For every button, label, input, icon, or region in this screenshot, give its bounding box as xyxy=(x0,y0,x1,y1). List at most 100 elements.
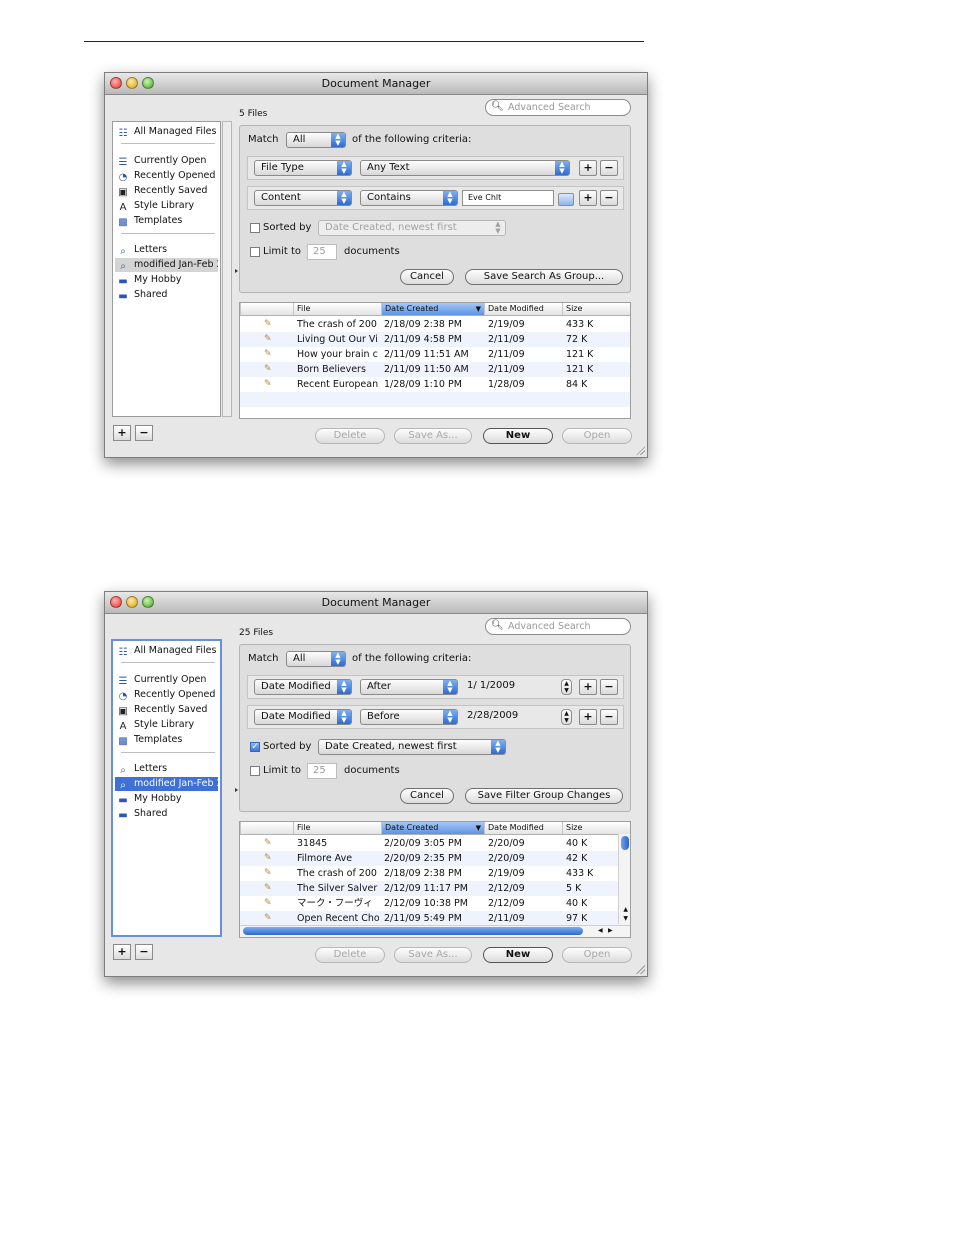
sidebar-item-modified-jan-feb[interactable]: ⌕ modified Jan-Feb 2009 xyxy=(115,258,218,272)
table-row[interactable]: ✎ Filmore Ave 2/20/09 2:35 PM 2/20/09 42 K xyxy=(240,851,630,866)
open-button[interactable]: Open xyxy=(562,947,632,963)
sidebar-item-all-managed-files[interactable]: ☷ All Managed Files xyxy=(115,125,218,139)
search-input[interactable]: 🔍︎ Advanced Search xyxy=(485,618,631,635)
limit-to-checkbox[interactable] xyxy=(250,766,260,776)
split-view-handle[interactable] xyxy=(235,788,238,792)
column-header-date-created[interactable]: Date Created ▼ xyxy=(381,303,484,315)
column-header-date-modified[interactable]: Date Modified xyxy=(484,303,562,315)
sidebar-item-modified-jan-feb[interactable]: ⌕ modified Jan-Feb 2009 xyxy=(115,777,218,791)
criteria-field-popup[interactable]: Date Modified ▲ ▼ xyxy=(254,709,352,725)
sidebar-item-letters[interactable]: ⌕ Letters xyxy=(115,762,218,776)
save-filter-group-changes-button[interactable]: Save Filter Group Changes xyxy=(465,788,623,804)
add-criterion-button[interactable]: + xyxy=(579,709,597,725)
sidebar-item-currently-open[interactable]: ☰ Currently Open xyxy=(115,673,218,687)
sidebar-item-all-managed-files[interactable]: ☷ All Managed Files xyxy=(115,644,218,658)
options-icon[interactable] xyxy=(558,193,574,206)
add-group-button[interactable]: + xyxy=(113,944,131,960)
icon-column-header[interactable] xyxy=(240,822,293,834)
table-row[interactable]: ✎ The crash of 200 2/18/09 2:38 PM 2/19/09 4… xyxy=(240,317,630,332)
open-button[interactable]: Open xyxy=(562,428,632,444)
limit-count-field[interactable]: 25 xyxy=(307,763,337,779)
sidebar-item-recently-saved[interactable]: ▣ Recently Saved xyxy=(115,184,218,198)
match-popup[interactable]: All ▲ ▼ xyxy=(286,651,346,667)
add-criterion-button[interactable]: + xyxy=(579,190,597,206)
sorted-by-checkbox[interactable] xyxy=(250,223,260,233)
limit-to-checkbox[interactable] xyxy=(250,247,260,257)
table-row[interactable]: ✎ How your brain c 2/11/09 11:51 AM 2/11/09… xyxy=(240,347,630,362)
scroll-thumb[interactable] xyxy=(243,927,583,935)
limit-count-field[interactable]: 25 xyxy=(307,244,337,260)
delete-button[interactable]: Delete xyxy=(315,947,385,963)
criteria-field-popup[interactable]: File Type ▲ ▼ xyxy=(254,160,352,176)
save-as-button[interactable]: Save As... xyxy=(394,947,472,963)
remove-criterion-button[interactable]: − xyxy=(600,679,618,695)
save-as-button[interactable]: Save As... xyxy=(394,428,472,444)
sidebar-scrollbar[interactable] xyxy=(222,121,232,417)
table-row[interactable]: ✎ 31845 2/20/09 3:05 PM 2/20/09 40 K xyxy=(240,836,630,851)
content-text-field[interactable]: Eve Chlt xyxy=(462,190,554,206)
column-header-size[interactable]: Size xyxy=(562,303,630,315)
criteria-value-popup[interactable]: Any Text ▲ ▼ xyxy=(360,160,570,176)
sidebar-item-style-library[interactable]: A Style Library xyxy=(115,718,218,732)
column-header-file[interactable]: File xyxy=(293,822,381,834)
table-row[interactable]: ✎ Open Recent Cho 2/11/09 5:49 PM 2/11/09 97… xyxy=(240,911,630,926)
date-field[interactable]: 1/ 1/2009 xyxy=(462,679,558,695)
column-header-date-created[interactable]: Date Created ▼ xyxy=(381,822,484,834)
criteria-operator-popup[interactable]: Contains ▲ ▼ xyxy=(360,190,458,206)
scroll-up-icon[interactable]: ▲ xyxy=(623,906,628,913)
sort-order-popup[interactable]: Date Created, newest first ▲ ▼ xyxy=(318,220,506,236)
remove-group-button[interactable]: − xyxy=(135,425,153,441)
remove-criterion-button[interactable]: − xyxy=(600,160,618,176)
sidebar-item-recently-opened[interactable]: ◔ Recently Opened xyxy=(115,688,218,702)
sidebar-item-shared[interactable]: ▬ Shared xyxy=(115,807,218,821)
table-row[interactable]: ✎ Born Believers 2/11/09 11:50 AM 2/11/09 12… xyxy=(240,362,630,377)
date-field[interactable]: 2/28/2009 xyxy=(462,709,558,725)
criteria-field-popup[interactable]: Content ▲ ▼ xyxy=(254,190,352,206)
title-bar[interactable]: Document Manager xyxy=(105,592,647,614)
criteria-operator-popup[interactable]: Before ▲ ▼ xyxy=(360,709,458,725)
date-stepper[interactable]: ▲ ▼ xyxy=(561,679,572,695)
new-button[interactable]: New xyxy=(483,428,553,444)
sidebar-item-style-library[interactable]: A Style Library xyxy=(115,199,218,213)
resize-grip-icon[interactable] xyxy=(636,965,645,974)
resize-grip-icon[interactable] xyxy=(636,446,645,455)
scroll-left-icon[interactable]: ◀ xyxy=(598,926,603,936)
cancel-button[interactable]: Cancel xyxy=(400,788,454,804)
table-row[interactable]: ✎ Living Out Our Vi 2/11/09 4:58 PM 2/11/09… xyxy=(240,332,630,347)
delete-button[interactable]: Delete xyxy=(315,428,385,444)
scroll-thumb[interactable] xyxy=(621,836,629,850)
icon-column-header[interactable] xyxy=(240,303,293,315)
column-header-date-modified[interactable]: Date Modified xyxy=(484,822,562,834)
sidebar-item-templates[interactable]: ▩ Templates xyxy=(115,733,218,747)
new-button[interactable]: New xyxy=(483,947,553,963)
sidebar-item-currently-open[interactable]: ☰ Currently Open xyxy=(115,154,218,168)
horizontal-scrollbar[interactable]: ◀ ▶ xyxy=(240,925,630,937)
scroll-down-icon[interactable]: ▼ xyxy=(623,915,628,922)
add-group-button[interactable]: + xyxy=(113,425,131,441)
title-bar[interactable]: Document Manager xyxy=(105,73,647,95)
scroll-right-icon[interactable]: ▶ xyxy=(608,926,613,936)
search-input[interactable]: 🔍︎ Advanced Search xyxy=(485,99,631,116)
remove-criterion-button[interactable]: − xyxy=(600,709,618,725)
table-row[interactable]: ✎ マーク・フーヴィ 2/12/09 10:38 PM 2/12/09 40 K xyxy=(240,896,630,911)
add-criterion-button[interactable]: + xyxy=(579,160,597,176)
criteria-field-popup[interactable]: Date Modified ▲ ▼ xyxy=(254,679,352,695)
add-criterion-button[interactable]: + xyxy=(579,679,597,695)
column-header-size[interactable]: Size xyxy=(562,822,630,834)
save-search-as-group-button[interactable]: Save Search As Group... xyxy=(465,269,623,285)
sidebar-item-my-hobby[interactable]: ▬ My Hobby xyxy=(115,792,218,806)
sort-order-popup[interactable]: Date Created, newest first ▲ ▼ xyxy=(318,739,506,755)
split-view-handle[interactable] xyxy=(235,269,238,273)
vertical-scrollbar[interactable]: ▲ ▼ xyxy=(618,834,630,924)
remove-criterion-button[interactable]: − xyxy=(600,190,618,206)
match-popup[interactable]: All ▲ ▼ xyxy=(286,132,346,148)
table-row[interactable]: ✎ The crash of 200 2/18/09 2:38 PM 2/19/09 4… xyxy=(240,866,630,881)
sidebar-item-letters[interactable]: ⌕ Letters xyxy=(115,243,218,257)
sidebar-item-my-hobby[interactable]: ▬ My Hobby xyxy=(115,273,218,287)
cancel-button[interactable]: Cancel xyxy=(400,269,454,285)
sidebar-item-recently-saved[interactable]: ▣ Recently Saved xyxy=(115,703,218,717)
criteria-operator-popup[interactable]: After ▲ ▼ xyxy=(360,679,458,695)
sidebar-item-recently-opened[interactable]: ◔ Recently Opened xyxy=(115,169,218,183)
column-header-file[interactable]: File xyxy=(293,303,381,315)
date-stepper[interactable]: ▲ ▼ xyxy=(561,709,572,725)
